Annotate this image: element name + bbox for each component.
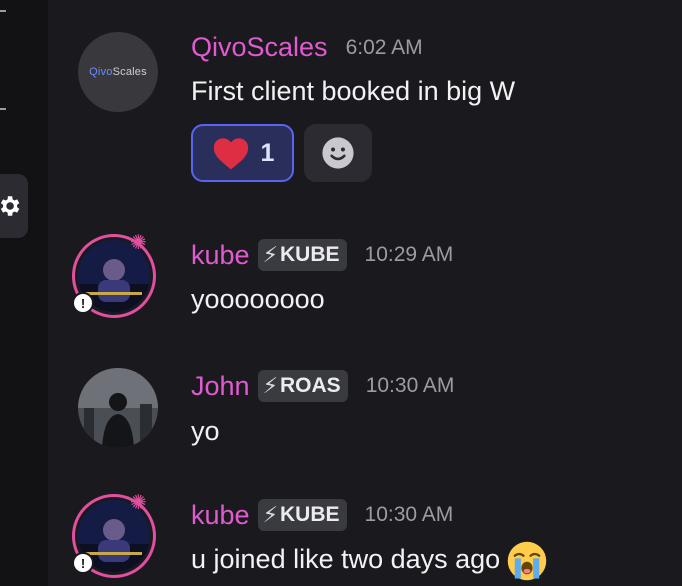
- username[interactable]: kube: [191, 500, 250, 531]
- smiley-icon: [322, 137, 354, 169]
- username[interactable]: kube: [191, 240, 250, 271]
- message-header: kube ⚡ KUBE 10:29 AM: [191, 239, 453, 271]
- message: ✺ ! kube ⚡ KUBE 10:30 AM u joined like t…: [72, 492, 668, 586]
- settings-button[interactable]: [0, 174, 28, 238]
- avatar[interactable]: [78, 368, 158, 448]
- reactions-bar: 1: [191, 124, 372, 182]
- message: QivoScales QivoScales 6:02 AM First clie…: [78, 30, 668, 190]
- anger-symbol-icon: ✺: [130, 232, 147, 254]
- heart-icon: [213, 138, 248, 170]
- message-content: u joined like two days ago: [191, 540, 548, 582]
- message-header: John ⚡ ROAS 10:30 AM: [191, 370, 454, 402]
- warning-badge: !: [72, 552, 94, 574]
- message-header: QivoScales 6:02 AM: [191, 32, 423, 63]
- anger-symbol-icon: ✺: [130, 492, 147, 514]
- reaction-heart-button[interactable]: 1: [191, 124, 294, 182]
- add-reaction-button[interactable]: [304, 124, 372, 182]
- timestamp: 10:30 AM: [365, 374, 455, 397]
- lightning-icon: ⚡: [262, 242, 279, 267]
- username[interactable]: John: [191, 371, 250, 402]
- message-content: yoooooooo: [191, 284, 325, 314]
- timestamp: 10:29 AM: [364, 243, 454, 266]
- server-tag[interactable]: ⚡ ROAS: [257, 370, 348, 402]
- lightning-icon: ⚡: [262, 502, 279, 527]
- timestamp: 10:30 AM: [364, 503, 454, 526]
- reaction-count: 1: [260, 138, 275, 167]
- warning-badge: !: [72, 292, 94, 314]
- message-content: First client booked in big W: [191, 76, 516, 106]
- message: ✺ ! kube ⚡ KUBE 10:29 AM yoooooooo: [72, 232, 668, 334]
- tag-label: ROAS: [280, 374, 341, 397]
- rail-divider: [0, 108, 6, 110]
- server-rail: [0, 0, 48, 586]
- avatar[interactable]: QivoScales: [78, 32, 158, 112]
- gear-icon: [0, 196, 20, 216]
- exclamation-icon: !: [74, 554, 92, 572]
- avatar-image: [78, 368, 158, 448]
- tag-label: KUBE: [280, 243, 340, 266]
- message-content: yo: [191, 416, 220, 446]
- tag-label: KUBE: [280, 503, 340, 526]
- avatar[interactable]: ✺ !: [72, 492, 156, 578]
- server-tag[interactable]: ⚡ KUBE: [257, 239, 347, 271]
- message-text: u joined like two days ago: [191, 544, 501, 575]
- loudly-crying-face-icon: [507, 541, 547, 581]
- avatar[interactable]: ✺ !: [72, 232, 156, 318]
- avatar-logo-text: QivoScales: [89, 66, 147, 78]
- timestamp: 6:02 AM: [345, 35, 423, 59]
- message: John ⚡ ROAS 10:30 AM yo: [78, 366, 668, 456]
- message-header: kube ⚡ KUBE 10:30 AM: [191, 499, 453, 531]
- lightning-icon: ⚡: [262, 373, 279, 398]
- rail-divider: [0, 10, 6, 12]
- exclamation-icon: !: [74, 294, 92, 312]
- username[interactable]: QivoScales: [191, 32, 328, 63]
- server-tag[interactable]: ⚡ KUBE: [257, 499, 347, 531]
